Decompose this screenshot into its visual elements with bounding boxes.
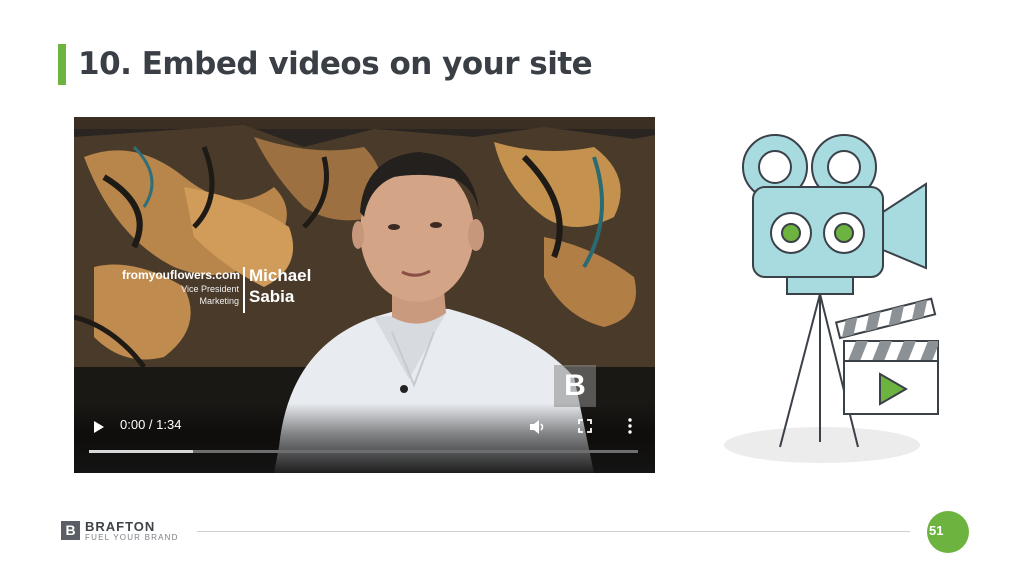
footer-divider xyxy=(197,531,910,532)
lower-third-first-name: Michael xyxy=(249,266,312,285)
lower-third-company: fromyouflowers.com xyxy=(122,268,241,282)
title-accent-bar xyxy=(58,44,66,85)
footer-brand: BRAFTON xyxy=(85,519,156,534)
lower-third-role: Vice President xyxy=(181,284,239,294)
time-display: 0:00 / 1:34 xyxy=(120,417,182,432)
lower-third-last-name: Sabia xyxy=(249,287,295,306)
page-number: 51 xyxy=(929,523,944,538)
volume-icon[interactable] xyxy=(528,418,548,436)
slide-title: 10. Embed videos on your site xyxy=(78,46,593,82)
camera-shadow xyxy=(724,427,920,463)
play-icon[interactable] xyxy=(92,418,106,436)
clapperboard-icon xyxy=(834,297,939,415)
lower-third-department: Marketing xyxy=(199,296,239,306)
progress-buffered xyxy=(89,450,194,453)
lower-third-divider xyxy=(243,267,245,313)
camera-lens-hood-icon xyxy=(882,182,927,270)
video-player[interactable]: fromyouflowers.com Vice President Market… xyxy=(74,117,655,473)
fullscreen-icon[interactable] xyxy=(578,419,592,433)
more-options-icon[interactable] xyxy=(627,417,633,435)
brafton-logo-icon: B xyxy=(61,521,80,540)
movie-camera-illustration xyxy=(724,134,939,463)
progress-bar[interactable] xyxy=(89,450,638,453)
brand-watermark: B xyxy=(554,365,596,407)
page-number-badge: 51 xyxy=(927,511,969,553)
camera-mount-icon xyxy=(786,276,854,295)
video-controls: 0:00 / 1:34 xyxy=(74,403,655,473)
footer-tagline: FUEL YOUR BRAND xyxy=(85,533,179,542)
